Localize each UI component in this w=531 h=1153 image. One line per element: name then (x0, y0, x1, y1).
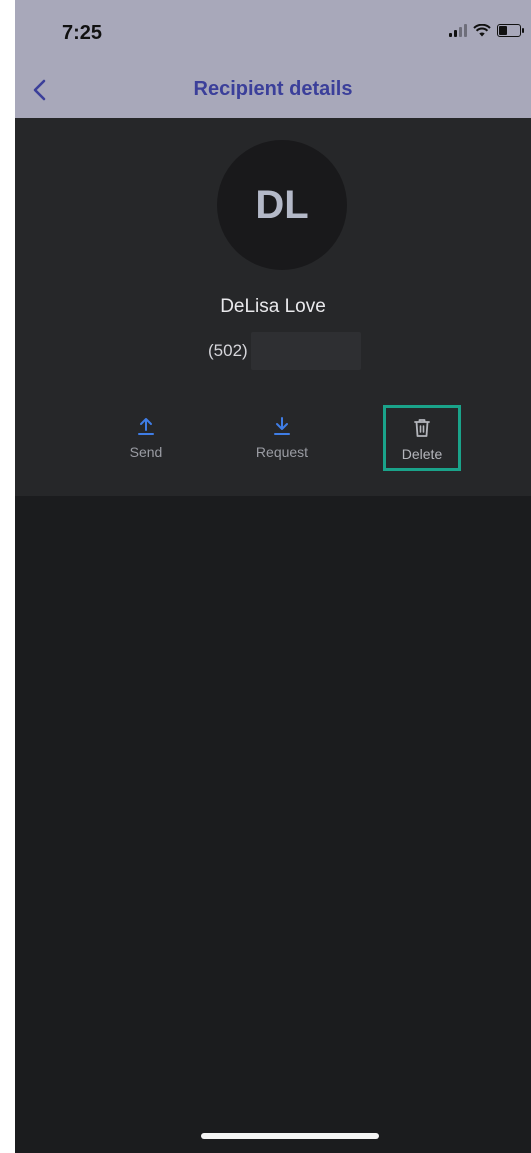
recipient-phone: (502) (208, 332, 361, 370)
delete-button[interactable]: Delete (383, 405, 461, 471)
download-arrow-icon (274, 417, 290, 435)
signal-icon (449, 24, 467, 37)
request-label: Request (255, 444, 309, 460)
trash-icon (414, 419, 430, 437)
request-button[interactable]: Request (232, 414, 332, 462)
send-button[interactable]: Send (96, 414, 196, 462)
phone-redacted-block (250, 332, 361, 370)
recipient-name: DeLisa Love (220, 296, 326, 317)
top-bar: 7:25 Recipient details (15, 0, 531, 118)
battery-icon (497, 24, 524, 37)
upload-arrow-icon (138, 418, 154, 435)
avatar: DL (217, 140, 347, 270)
delete-label: Delete (401, 446, 443, 462)
send-label: Send (129, 444, 163, 460)
page-title: Recipient details (193, 78, 353, 100)
wifi-icon (473, 24, 491, 37)
home-indicator (201, 1133, 379, 1139)
status-time: 7:25 (62, 22, 103, 44)
app-screen: 7:25 Recipient details DL DeLisa Love (5… (15, 0, 531, 1153)
status-icons (449, 24, 524, 37)
avatar-initials: DL (255, 182, 309, 227)
phone-prefix: (502) (208, 341, 248, 360)
recipient-header: DL DeLisa Love (502) Send Request Delete (15, 118, 531, 496)
